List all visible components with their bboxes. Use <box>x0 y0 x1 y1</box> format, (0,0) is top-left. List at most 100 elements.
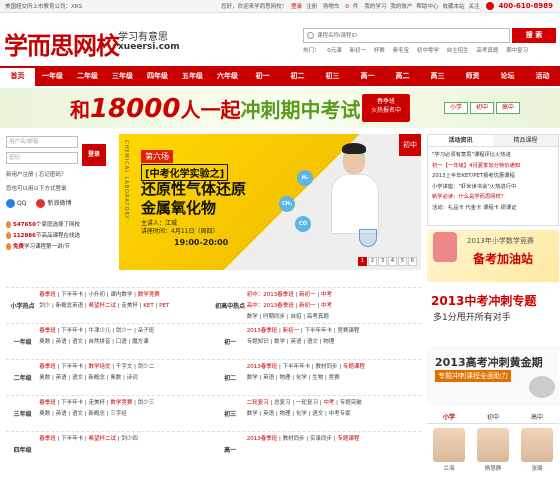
course-link[interactable]: 物理 <box>323 339 334 345</box>
course-link[interactable]: 春季班 <box>39 400 56 406</box>
nav-junior-3[interactable]: 初三 <box>315 66 350 86</box>
course-link[interactable]: 物理 <box>280 411 291 417</box>
nav-home[interactable]: 首页 <box>0 66 35 86</box>
course-link[interactable]: 语文 <box>312 411 323 417</box>
course-link[interactable]: PET <box>159 303 169 309</box>
course-link[interactable]: 魔方课 <box>132 339 149 345</box>
course-link[interactable]: 小升初 <box>89 292 106 298</box>
course-link[interactable]: 春季班 <box>39 292 56 298</box>
grade-label[interactable]: 高一 <box>214 432 247 467</box>
news-item[interactable]: 2013上半年KET/PET报考优惠课程 <box>432 171 554 182</box>
course-link[interactable]: 中考 <box>323 400 334 406</box>
course-link[interactable]: 2013春季班 <box>247 436 278 442</box>
slide-page-3[interactable]: 3 <box>378 257 387 266</box>
password-field[interactable]: 密码 <box>6 152 78 164</box>
news-item[interactable]: "学习必须有意思"课程评比火热进 <box>432 150 554 161</box>
course-link[interactable]: 下半年卡 <box>61 292 83 298</box>
grade-label[interactable]: 初二 <box>214 360 247 395</box>
username-field[interactable]: 用户名/邮箱 <box>6 136 78 148</box>
tab-featured-courses[interactable]: 精品课程 <box>493 135 558 146</box>
course-link[interactable]: 数学竞赛 <box>110 400 132 406</box>
favorite-link[interactable]: 收藏本站 <box>442 2 464 10</box>
slide-page-5[interactable]: 5 <box>398 257 407 266</box>
course-link[interactable]: 牛津少儿 <box>89 328 111 334</box>
slide-page-2[interactable]: 2 <box>368 257 377 266</box>
course-link[interactable]: 竞赛课程 <box>337 328 359 334</box>
course-link[interactable]: 教材同步 <box>316 364 338 370</box>
news-item[interactable]: 新学必读：什么是学而思网校？ <box>432 192 554 203</box>
slide-page-1[interactable]: 1 <box>358 257 367 266</box>
nav-junior-1[interactable]: 初一 <box>245 66 280 86</box>
banner-primary-button[interactable]: 小学 <box>444 102 468 114</box>
course-link[interactable]: 奥数 <box>39 339 50 345</box>
follow-link[interactable]: 关注 <box>468 2 479 10</box>
hot-word[interactable]: 自主招生 <box>447 48 469 54</box>
tab-activity-news[interactable]: 活动资讯 <box>428 135 493 146</box>
course-link[interactable]: 春季班 <box>39 364 56 370</box>
course-link[interactable]: 下半年卡 <box>61 328 83 334</box>
course-link[interactable]: 高中：2013春季班 <box>247 303 294 309</box>
nav-grade-1[interactable]: 一年级 <box>35 66 70 86</box>
hot-word[interactable]: 初中零学 <box>417 48 439 54</box>
course-link[interactable]: 三字经 <box>110 411 127 417</box>
grade-label[interactable]: 小学热点 <box>6 288 39 323</box>
course-link[interactable]: 自招 <box>291 314 302 320</box>
hot-word[interactable]: 新初一 <box>350 48 367 54</box>
course-link[interactable]: 英语 <box>263 375 274 381</box>
math-contest-ad[interactable]: 2013年小学数学竞赛 备考加油站 <box>427 230 559 282</box>
course-link[interactable]: 总复习 <box>274 400 291 406</box>
help-link[interactable]: 帮助中心 <box>416 2 438 10</box>
hot-word[interactable]: 杯赛 <box>374 48 385 54</box>
course-link[interactable]: 语文 <box>307 339 318 345</box>
nav-senior-1[interactable]: 高一 <box>350 66 385 86</box>
course-link[interactable]: 走美杯 <box>121 303 138 309</box>
course-link[interactable]: 英语 <box>263 411 274 417</box>
course-link[interactable]: 化学 <box>296 375 307 381</box>
grade-label[interactable]: 初三 <box>214 396 247 431</box>
course-link[interactable]: 新概念 <box>88 411 105 417</box>
course-link[interactable]: 英语 <box>291 339 302 345</box>
course-link[interactable]: 新概念英语 <box>56 303 84 309</box>
login-button[interactable]: 登录 <box>82 144 106 166</box>
course-link[interactable]: 语文 <box>72 411 83 417</box>
course-link[interactable]: 下半年年卡 <box>283 364 311 370</box>
teacher-card[interactable]: 兰海 <box>431 426 467 479</box>
course-link[interactable]: 专题突破 <box>340 400 362 406</box>
course-link[interactable]: 希望杯二试 <box>89 303 117 309</box>
course-link[interactable]: 化学 <box>296 411 307 417</box>
course-link[interactable]: 希望杯二试 <box>89 436 117 442</box>
slide-page-4[interactable]: 4 <box>388 257 397 266</box>
my-study-link[interactable]: 我的学习 <box>364 2 386 10</box>
weibo-login[interactable]: 新浪微博 <box>36 198 71 208</box>
nav-forum[interactable]: 论坛 <box>490 66 525 86</box>
course-link[interactable]: 奥数 <box>110 375 121 381</box>
banner-junior-button[interactable]: 初中 <box>470 102 494 114</box>
course-link[interactable]: 中考 <box>321 303 332 309</box>
nav-grade-5[interactable]: 五年级 <box>175 66 210 86</box>
hot-word[interactable]: 0元课 <box>327 48 342 54</box>
teacher-card[interactable]: 杨慧静 <box>475 426 511 479</box>
news-item[interactable]: 活动：礼品卡 代金卡 课程卡 研课证 <box>432 203 554 214</box>
banner-senior-button[interactable]: 高中 <box>496 102 520 114</box>
course-link[interactable]: 教材同步 <box>283 436 305 442</box>
course-link[interactable]: 奥数 <box>39 411 50 417</box>
search-input[interactable] <box>317 31 507 41</box>
course-link[interactable]: 下半年卡 <box>61 364 83 370</box>
grade-label[interactable]: 二年级 <box>6 360 39 395</box>
course-link[interactable]: 下半年卡 <box>61 436 83 442</box>
course-link[interactable]: 英语 <box>56 375 67 381</box>
news-item[interactable]: 初一【一年级】4月夏季加分特价通知 <box>432 161 554 172</box>
hot-word[interactable]: 奥毛宝 <box>393 48 410 54</box>
hero-slide[interactable]: CHEMICAL LABORATORY 第六场 [中考化学实验之] 还原性气体还… <box>119 134 421 270</box>
course-link[interactable]: 2013春季班 <box>247 364 278 370</box>
nav-senior-2[interactable]: 高二 <box>385 66 420 86</box>
tab-junior-teachers[interactable]: 初中 <box>471 412 515 423</box>
course-link[interactable]: 生物 <box>312 375 323 381</box>
course-link[interactable]: 千字文 <box>116 364 133 370</box>
course-link[interactable]: 专题课程 <box>343 364 365 370</box>
course-link[interactable]: 口语 <box>116 339 127 345</box>
course-link[interactable]: 奥数 <box>39 375 50 381</box>
course-link[interactable]: 新初一 <box>299 292 316 298</box>
course-link[interactable]: 专题课程 <box>337 436 359 442</box>
course-link[interactable]: 2013春季班 <box>247 328 278 334</box>
